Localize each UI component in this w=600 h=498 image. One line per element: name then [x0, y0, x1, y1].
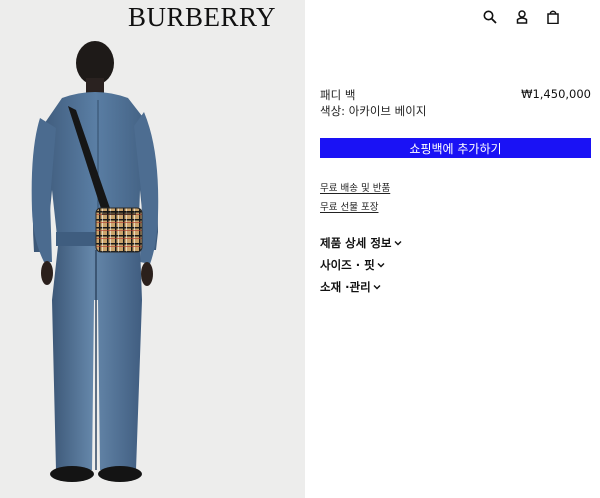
product-image: BURBERRY — [0, 0, 305, 498]
size-fit-label: 사이즈 · 핏 — [320, 258, 375, 272]
add-to-bag-button[interactable]: 쇼핑백에 추가하기 — [320, 138, 591, 158]
size-fit-accordion[interactable]: 사이즈 · 핏 — [320, 257, 385, 273]
account-icon[interactable] — [512, 7, 532, 27]
header-actions — [480, 7, 600, 27]
chevron-down-icon — [394, 241, 401, 246]
product-color: 색상: 아카이브 베이지 — [320, 104, 427, 118]
model-photo — [31, 41, 159, 482]
brand-logo[interactable]: BURBERRY — [128, 2, 276, 33]
product-name: 패디 백 — [320, 88, 356, 102]
chevron-down-icon — [377, 263, 385, 268]
product-details-accordion[interactable]: 제품 상세 정보 — [320, 235, 402, 251]
material-care-accordion[interactable]: 소재 ·관리 — [320, 279, 381, 295]
product-price: ₩1,450,000 — [521, 87, 591, 101]
free-gift-wrap-link[interactable]: 무료 선물 포장 — [320, 199, 378, 213]
search-icon[interactable] — [480, 7, 500, 27]
free-shipping-returns-link[interactable]: 무료 배송 및 반품 — [320, 180, 390, 194]
product-details-label: 제품 상세 정보 — [320, 236, 392, 250]
material-care-label: 소재 ·관리 — [320, 280, 371, 294]
product-page: BURBERRY 패디 백 ₩1,450,000 색상: 아카이브 베이지 쇼핑… — [0, 0, 600, 498]
chevron-down-icon — [373, 285, 381, 290]
shopping-bag-icon[interactable] — [543, 7, 563, 27]
